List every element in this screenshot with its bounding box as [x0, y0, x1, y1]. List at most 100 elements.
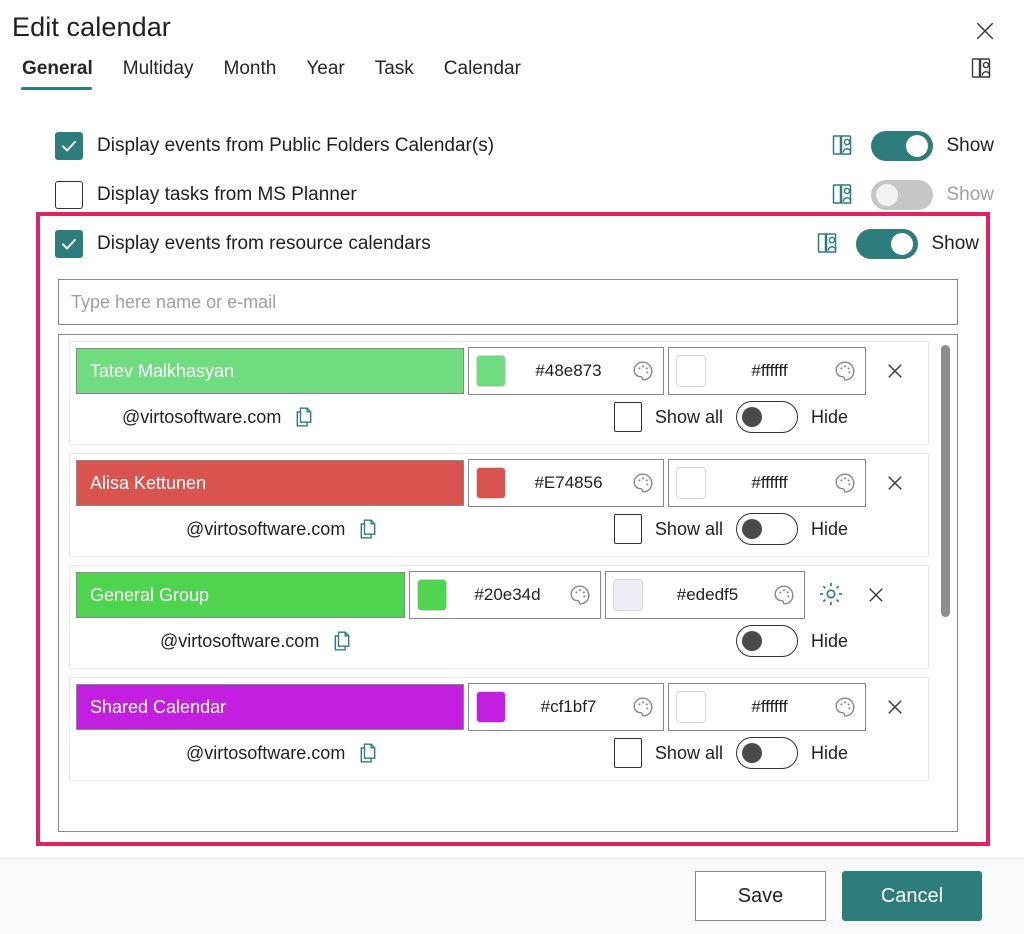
- show-all-label: Show all: [654, 518, 723, 539]
- show-all-group: Show all Hide: [613, 513, 848, 545]
- resource-name-field[interactable]: General Group: [76, 572, 405, 618]
- email-group: @virtosoftware.com: [160, 629, 354, 653]
- palette-icon[interactable]: [631, 359, 655, 383]
- copy-icon[interactable]: [292, 405, 316, 429]
- text-color-swatch[interactable]: [676, 467, 706, 499]
- copy-icon[interactable]: [330, 629, 354, 653]
- background-hex-value[interactable]: #cf1bf7: [514, 697, 623, 717]
- remove-resource-icon[interactable]: [880, 356, 910, 386]
- palette-icon[interactable]: [772, 583, 796, 607]
- palette-icon[interactable]: [631, 695, 655, 719]
- show-all-group: Show all Hide: [613, 401, 848, 433]
- resource-name-field[interactable]: Alisa Kettunen: [76, 460, 464, 506]
- palette-icon[interactable]: [631, 471, 655, 495]
- resource-email: @virtosoftware.com: [186, 518, 346, 539]
- resource-row-top: General Group #20e34d #ededf5: [76, 571, 922, 619]
- save-button[interactable]: Save: [695, 871, 826, 921]
- resource-name-field[interactable]: Tatev Malkhasyan: [76, 348, 464, 394]
- show-toggle-public-folders[interactable]: [871, 131, 934, 161]
- resource-email: @virtosoftware.com: [160, 630, 320, 651]
- scrollbar-thumb[interactable]: [941, 345, 950, 617]
- show-all-group: Hide: [735, 625, 848, 657]
- address-book-icon[interactable]: [831, 133, 857, 159]
- text-color-swatch[interactable]: [676, 355, 706, 387]
- gear-icon[interactable]: [817, 580, 847, 610]
- option-row-public-folders: Display events from Public Folders Calen…: [55, 126, 994, 166]
- show-toggle-resource-calendars[interactable]: [856, 229, 919, 259]
- hide-label: Hide: [810, 742, 848, 763]
- checkbox-public-folders[interactable]: [55, 132, 83, 160]
- background-color-swatch[interactable]: [476, 467, 506, 499]
- palette-icon[interactable]: [833, 471, 857, 495]
- cancel-button[interactable]: Cancel: [842, 871, 982, 921]
- search-input[interactable]: [58, 279, 958, 325]
- resource-row-top: Shared Calendar #cf1bf7 #ffffff: [76, 683, 922, 731]
- background-hex-value[interactable]: #48e873: [514, 361, 623, 381]
- copy-icon[interactable]: [356, 741, 380, 765]
- text-color-field: #ededf5: [605, 571, 805, 619]
- text-color-swatch[interactable]: [676, 691, 706, 723]
- option-label: Display events from Public Folders Calen…: [97, 135, 495, 156]
- remove-resource-icon[interactable]: [880, 692, 910, 722]
- text-hex-value[interactable]: #ffffff: [714, 697, 825, 717]
- option-row-ms-planner: Display tasks from MS Planner Show: [55, 175, 994, 215]
- palette-icon[interactable]: [833, 359, 857, 383]
- address-book-icon[interactable]: [831, 182, 857, 208]
- remove-resource-icon[interactable]: [861, 580, 891, 610]
- hide-toggle[interactable]: [735, 513, 798, 545]
- tab-multiday[interactable]: Multiday: [121, 56, 208, 90]
- background-color-swatch[interactable]: [476, 691, 506, 723]
- hide-toggle[interactable]: [735, 401, 798, 433]
- background-color-swatch[interactable]: [476, 355, 506, 387]
- background-hex-value[interactable]: #20e34d: [455, 585, 560, 605]
- address-book-icon[interactable]: [970, 56, 998, 84]
- option-label: Display tasks from MS Planner: [97, 184, 357, 205]
- resource-card: General Group #20e34d #ededf5 @virtosoftwar…: [69, 565, 929, 669]
- text-hex-value[interactable]: #ffffff: [714, 473, 825, 493]
- resource-card: Shared Calendar #cf1bf7 #ffffff @virtosoftw…: [69, 677, 929, 781]
- show-all-label: Show all: [654, 406, 723, 427]
- option-row-resource-calendars: Display events from resource calendars S…: [55, 224, 979, 264]
- text-hex-value[interactable]: #ededf5: [651, 585, 764, 605]
- close-icon[interactable]: [968, 14, 1002, 48]
- resource-name-field[interactable]: Shared Calendar: [76, 684, 464, 730]
- show-all-label: Show all: [654, 742, 723, 763]
- tab-task[interactable]: Task: [373, 56, 428, 90]
- background-hex-value[interactable]: #E74856: [514, 473, 623, 493]
- text-color-field: #ffffff: [668, 459, 866, 507]
- palette-icon[interactable]: [568, 583, 592, 607]
- hide-label: Hide: [810, 518, 848, 539]
- email-group: @virtosoftware.com: [186, 517, 380, 541]
- tab-year[interactable]: Year: [304, 56, 358, 90]
- show-all-checkbox[interactable]: [613, 402, 642, 432]
- address-book-icon[interactable]: [816, 231, 842, 257]
- hide-label: Hide: [810, 630, 848, 651]
- checkbox-resource-calendars[interactable]: [55, 230, 83, 258]
- resource-row-bottom: @virtosoftware.com Show all Hide: [76, 395, 922, 439]
- text-hex-value[interactable]: #ffffff: [714, 361, 825, 381]
- background-color-field: #cf1bf7: [468, 683, 664, 731]
- tab-month[interactable]: Month: [222, 56, 291, 90]
- resource-list: Tatev Malkhasyan #48e873 #ffffff @virtosoft…: [58, 334, 958, 832]
- palette-icon[interactable]: [833, 695, 857, 719]
- text-color-swatch[interactable]: [613, 579, 643, 611]
- background-color-swatch[interactable]: [417, 579, 447, 611]
- resource-scroll-area: Tatev Malkhasyan #48e873 #ffffff @virtosoft…: [59, 335, 957, 831]
- hide-toggle[interactable]: [735, 625, 798, 657]
- hide-label: Hide: [810, 406, 848, 427]
- hide-toggle[interactable]: [735, 737, 798, 769]
- show-all-checkbox[interactable]: [613, 514, 642, 544]
- tab-general[interactable]: General: [20, 56, 107, 90]
- checkbox-ms-planner[interactable]: [55, 181, 83, 209]
- remove-resource-icon[interactable]: [880, 468, 910, 498]
- show-all-checkbox[interactable]: [613, 738, 642, 768]
- scrollbar[interactable]: [939, 339, 951, 827]
- show-toggle-label: Show: [946, 184, 994, 205]
- resource-row-bottom: @virtosoftware.com Hide: [76, 619, 922, 663]
- resource-row-bottom: @virtosoftware.com Show all Hide: [76, 507, 922, 551]
- show-toggle-ms-planner[interactable]: [871, 180, 934, 210]
- page-title: Edit calendar: [12, 12, 171, 42]
- copy-icon[interactable]: [356, 517, 380, 541]
- tab-calendar[interactable]: Calendar: [442, 56, 535, 90]
- show-toggle-label: Show: [946, 135, 994, 156]
